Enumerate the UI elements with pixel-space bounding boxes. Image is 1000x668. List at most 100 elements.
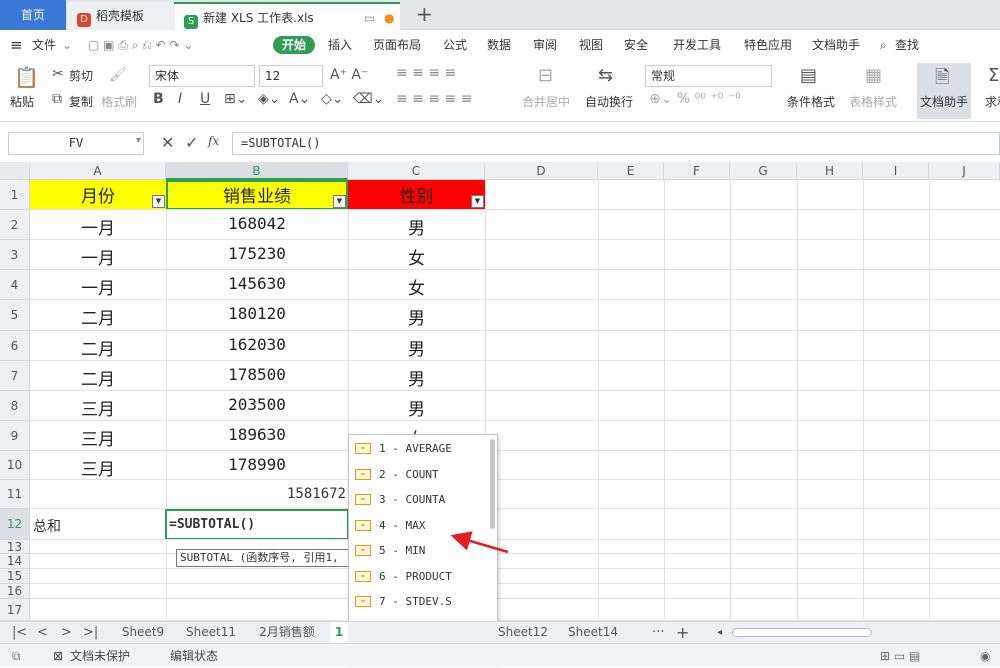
copy-button[interactable]: 复制 — [69, 93, 93, 110]
spreadsheet-grid[interactable]: A B C D E F G H I J 月份 销售业绩 性别 ▼ ▼ ▼ 一月 1… — [0, 162, 1000, 621]
row-header[interactable]: 6 — [0, 331, 30, 361]
protect-status[interactable]: 文档未保护 — [70, 644, 130, 668]
cell-gender[interactable]: 女 — [348, 274, 485, 299]
sheet-tab[interactable]: 2月销售额 — [248, 622, 326, 643]
col-header-a[interactable]: A — [30, 162, 166, 180]
cond-format-button[interactable]: 条件格式 — [787, 93, 835, 110]
merge-button[interactable]: 合并居中 — [522, 93, 570, 110]
fx-button[interactable]: fx — [208, 134, 219, 148]
filter-button-gender[interactable]: ▼ — [471, 195, 484, 208]
first-sheet-icon[interactable]: |< — [12, 622, 27, 643]
argument-item[interactable]: ⇔ 2 - COUNT — [349, 462, 489, 487]
cell-month[interactable]: 一月 — [30, 214, 166, 239]
horizontal-scrollbar[interactable] — [732, 628, 872, 637]
cell-gender[interactable]: 男 — [348, 214, 485, 239]
menu-file[interactable]: 文件 — [32, 31, 56, 59]
cell-gender[interactable]: 男 — [348, 365, 485, 390]
menu-security[interactable]: 安全 — [624, 31, 648, 59]
row-header[interactable]: 13 — [0, 540, 30, 554]
formula-input[interactable]: =SUBTOTAL() — [232, 132, 1000, 155]
cell-sales[interactable]: 145630 — [166, 274, 348, 293]
font-color-icon[interactable]: A⌄ — [289, 91, 310, 107]
row-header[interactable]: 1 — [0, 180, 30, 210]
cut-button[interactable]: 剪切 — [69, 67, 93, 84]
argument-item[interactable]: ⇔ 4 - MAX — [349, 513, 489, 538]
argument-item[interactable]: ⇔ 6 - PRODUCT — [349, 564, 489, 589]
row-header[interactable]: 2 — [0, 210, 30, 240]
menu-formula[interactable]: 公式 — [443, 31, 467, 59]
sheet-list-icon[interactable]: ⧉ — [12, 644, 21, 668]
cell-gender[interactable]: 男 — [348, 395, 485, 420]
quick-access-icons[interactable]: ▢ ▣ ⎙ ⌕ ⎌ ↶ ↷ ⌄ — [88, 31, 193, 59]
number-format-select[interactable]: 常规 — [645, 65, 772, 87]
paste-button[interactable]: 粘贴 — [10, 93, 34, 110]
view-mode-icons[interactable]: ⊞ ▭ ▤ — [880, 644, 920, 668]
cell-sales[interactable]: 180120 — [166, 304, 348, 323]
tab-template[interactable]: D 稻壳模板 — [67, 2, 173, 30]
argument-item[interactable]: ⇔ 7 - STDEV.S — [349, 589, 489, 614]
row-header[interactable]: 7 — [0, 361, 30, 391]
row-header[interactable]: 10 — [0, 451, 30, 480]
list-scrollbar[interactable] — [490, 439, 495, 529]
currency-icon[interactable]: ⊕⌄ % ⁰⁰ ⁺⁰ ⁻⁰ — [649, 91, 741, 107]
sheet-tab[interactable]: Sheet14 — [560, 622, 626, 643]
cell-sales[interactable]: 203500 — [166, 395, 348, 414]
menu-search[interactable]: 查找 — [895, 31, 919, 59]
row-header[interactable]: 8 — [0, 391, 30, 421]
col-header-h[interactable]: H — [797, 162, 863, 180]
name-box[interactable]: FV — [8, 132, 144, 155]
menu-feature[interactable]: 特色应用 — [744, 31, 792, 59]
table-style-button[interactable]: 表格样式 — [849, 93, 897, 110]
sum-button[interactable]: 求和 — [985, 93, 1000, 110]
menu-layout[interactable]: 页面布局 — [373, 31, 421, 59]
col-header-e[interactable]: E — [598, 162, 664, 180]
cell-gender[interactable]: 女 — [348, 244, 485, 269]
col-header-j[interactable]: J — [929, 162, 1000, 180]
select-all-corner[interactable] — [0, 162, 30, 180]
row-header[interactable]: 15 — [0, 569, 30, 584]
sheet-tab[interactable]: Sheet11 — [176, 622, 246, 643]
cancel-icon[interactable]: ✕ — [161, 133, 174, 152]
cell-b11[interactable]: 1581672 — [166, 486, 346, 502]
filter-button-month[interactable]: ▼ — [152, 195, 165, 208]
font-size-select[interactable]: 12 — [259, 65, 323, 87]
row-header[interactable]: 3 — [0, 240, 30, 270]
menu-insert[interactable]: 插入 — [328, 31, 352, 59]
italic-icon[interactable]: I — [178, 91, 182, 107]
paste-icon[interactable]: 📋 — [14, 65, 39, 89]
argument-item[interactable]: ⇔ 5 - MIN — [349, 538, 489, 563]
cell-month[interactable]: 一月 — [30, 244, 166, 269]
col-header-c[interactable]: C — [348, 162, 485, 180]
menu-start[interactable]: 开始 — [273, 36, 316, 54]
argument-item[interactable]: ⇔ 3 - COUNTA — [349, 487, 489, 512]
sheet-tab[interactable]: Sheet12 — [498, 622, 548, 643]
scissors-icon[interactable]: ✂ — [52, 66, 64, 82]
new-tab-button[interactable]: + — [416, 2, 433, 26]
add-sheet-button[interactable]: + — [676, 622, 689, 643]
cell-month[interactable]: 三月 — [30, 395, 166, 420]
col-header-i[interactable]: I — [863, 162, 929, 180]
eraser-icon[interactable]: ⌫⌄ — [353, 91, 385, 107]
clear-icon[interactable]: ◇⌄ — [321, 91, 344, 107]
confirm-icon[interactable]: ✓ — [185, 133, 198, 152]
fill-color-icon[interactable]: ◈⌄ — [258, 91, 281, 107]
argument-item[interactable]: ⇔ 1 - AVERAGE — [349, 436, 489, 461]
prev-sheet-icon[interactable]: < — [37, 622, 48, 643]
font-grow-icon[interactable]: A⁺ A⁻ — [330, 67, 368, 83]
row-header[interactable]: 4 — [0, 270, 30, 300]
row-header[interactable]: 12 — [0, 509, 30, 540]
cell-month[interactable]: 一月 — [30, 274, 166, 299]
format-painter-button[interactable]: 格式刷 — [101, 93, 137, 110]
cell-sales[interactable]: 162030 — [166, 335, 348, 354]
last-sheet-icon[interactable]: >| — [83, 622, 98, 643]
bold-icon[interactable]: B — [153, 91, 164, 107]
cell-month[interactable]: 三月 — [30, 455, 166, 480]
more-sheets-icon[interactable]: ··· — [652, 622, 664, 643]
cell-sales[interactable]: 178990 — [166, 455, 348, 474]
align-left-icon[interactable]: ≡ ≡ ≡ ≡ ≡ — [396, 91, 472, 107]
cell-b12[interactable]: =SUBTOTAL() — [169, 517, 255, 532]
cell-sales[interactable]: 178500 — [166, 365, 348, 384]
filter-button-sales[interactable]: ▼ — [333, 195, 346, 208]
cell-sales[interactable]: 175230 — [166, 244, 348, 263]
row-header[interactable]: 17 — [0, 599, 30, 621]
